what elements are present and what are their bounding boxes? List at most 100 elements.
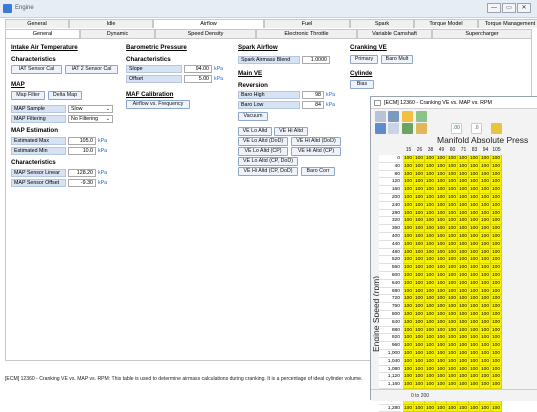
table-cell[interactable]: 100 bbox=[414, 201, 425, 210]
table-cell[interactable]: 100 bbox=[447, 334, 458, 343]
table-cell[interactable]: 100 bbox=[403, 186, 414, 194]
table-cell[interactable]: 100 bbox=[491, 381, 502, 389]
zoom-range[interactable]: 0 to 200 bbox=[411, 393, 429, 399]
table-cell[interactable]: 100 bbox=[480, 201, 491, 210]
table-cell[interactable]: 100 bbox=[425, 178, 436, 187]
table-cell[interactable]: 100 bbox=[447, 186, 458, 194]
table-cell[interactable]: 100 bbox=[480, 318, 491, 327]
table-cell[interactable]: 100 bbox=[425, 272, 436, 280]
table-cell[interactable]: 100 bbox=[480, 264, 491, 272]
table-cell[interactable]: 100 bbox=[414, 373, 425, 382]
table-cell[interactable]: 100 bbox=[491, 256, 502, 265]
table-cell[interactable]: 100 bbox=[469, 248, 480, 257]
ve-lo-altd-dod-button[interactable]: VE Lo Altd (DoD) bbox=[238, 137, 288, 146]
table-cell[interactable]: 100 bbox=[491, 162, 502, 171]
ve-hi-altd-dod-button[interactable]: VE Hi Altd (DoD) bbox=[291, 137, 341, 146]
table-cell[interactable]: 100 bbox=[447, 155, 458, 163]
vacuum-button[interactable]: Vacuum bbox=[238, 112, 268, 121]
table-cell[interactable]: 100 bbox=[425, 326, 436, 335]
table-cell[interactable]: 100 bbox=[425, 381, 436, 389]
table-cell[interactable]: 100 bbox=[480, 303, 491, 311]
save-icon[interactable] bbox=[388, 111, 399, 122]
table-cell[interactable]: 100 bbox=[491, 279, 502, 288]
table-cell[interactable]: 100 bbox=[414, 178, 425, 187]
table-cell[interactable]: 100 bbox=[447, 318, 458, 327]
table-cell[interactable]: 100 bbox=[491, 295, 502, 304]
table-cell[interactable]: 100 bbox=[414, 194, 425, 202]
estimated-min-value[interactable]: 10.0 bbox=[68, 147, 96, 155]
estimated-max-value[interactable]: 105.0 bbox=[68, 137, 96, 145]
table-cell[interactable]: 100 bbox=[480, 357, 491, 366]
table-cell[interactable]: 100 bbox=[469, 194, 480, 202]
baro-low-value[interactable]: 84 bbox=[302, 101, 324, 109]
table-cell[interactable]: 100 bbox=[436, 295, 447, 304]
table-cell[interactable]: 100 bbox=[447, 240, 458, 249]
table-cell[interactable]: 100 bbox=[436, 303, 447, 311]
table-cell[interactable]: 100 bbox=[414, 209, 425, 218]
decimal-decrease-icon[interactable]: .00 bbox=[451, 123, 462, 134]
subtab-general[interactable]: General bbox=[5, 29, 80, 38]
bias-button[interactable]: Bias bbox=[350, 80, 374, 89]
offset-value[interactable]: 5.00 bbox=[184, 75, 212, 83]
table-cell[interactable]: 100 bbox=[403, 194, 414, 202]
primary-button[interactable]: Primary bbox=[350, 55, 378, 64]
table-cell[interactable]: 100 bbox=[403, 295, 414, 304]
table-cell[interactable]: 100 bbox=[458, 373, 469, 382]
table-cell[interactable]: 100 bbox=[480, 170, 491, 179]
table-cell[interactable]: 100 bbox=[414, 295, 425, 304]
table-cell[interactable]: 100 bbox=[414, 381, 425, 389]
table-cell[interactable]: 100 bbox=[480, 326, 491, 335]
minimize-button[interactable]: — bbox=[487, 3, 501, 13]
table-cell[interactable]: 100 bbox=[436, 170, 447, 179]
table-cell[interactable]: 100 bbox=[436, 365, 447, 374]
table-cell[interactable]: 100 bbox=[469, 201, 480, 210]
copy-icon[interactable] bbox=[416, 111, 427, 122]
table-cell[interactable]: 100 bbox=[469, 365, 480, 374]
tab-idle[interactable]: Idle bbox=[69, 19, 153, 28]
table-cell[interactable]: 100 bbox=[447, 381, 458, 389]
table-cell[interactable]: 100 bbox=[469, 155, 480, 163]
table-cell[interactable]: 100 bbox=[458, 240, 469, 249]
table-cell[interactable]: 100 bbox=[403, 256, 414, 265]
table-cell[interactable]: 100 bbox=[403, 287, 414, 296]
open-icon[interactable] bbox=[375, 111, 386, 122]
table-cell[interactable]: 100 bbox=[425, 373, 436, 382]
table-cell[interactable]: 100 bbox=[491, 186, 502, 194]
table-cell[interactable]: 100 bbox=[480, 256, 491, 265]
map-sensor-linear-value[interactable]: 128.20 bbox=[68, 169, 96, 177]
table-cell[interactable]: 100 bbox=[491, 225, 502, 233]
table-cell[interactable]: 100 bbox=[491, 318, 502, 327]
table-cell[interactable]: 100 bbox=[403, 373, 414, 382]
table-cell[interactable]: 100 bbox=[458, 357, 469, 366]
split-view-icon[interactable] bbox=[388, 123, 399, 134]
table-cell[interactable]: 100 bbox=[447, 225, 458, 233]
table-cell[interactable]: 100 bbox=[469, 162, 480, 171]
table-cell[interactable]: 100 bbox=[425, 225, 436, 233]
table-cell[interactable]: 100 bbox=[403, 334, 414, 343]
table-cell[interactable]: 100 bbox=[436, 248, 447, 257]
table-cell[interactable]: 100 bbox=[403, 326, 414, 335]
map-filtering-select[interactable]: No Filtering ⌄ bbox=[68, 115, 113, 123]
table-cell[interactable]: 100 bbox=[436, 404, 447, 412]
table-cell[interactable]: 100 bbox=[414, 318, 425, 327]
table-cell[interactable]: 100 bbox=[491, 248, 502, 257]
table-cell[interactable]: 100 bbox=[458, 233, 469, 241]
table-cell[interactable]: 100 bbox=[491, 365, 502, 374]
table-cell[interactable]: 100 bbox=[403, 404, 414, 412]
table-cell[interactable]: 100 bbox=[403, 170, 414, 179]
table-cell[interactable]: 100 bbox=[469, 225, 480, 233]
ve-lo-altd-cp-dod-button[interactable]: VE Lo Altd (CP, DoD) bbox=[238, 157, 298, 166]
table-cell[interactable]: 100 bbox=[403, 279, 414, 288]
table-cell[interactable]: 100 bbox=[469, 186, 480, 194]
table-cell[interactable]: 100 bbox=[436, 240, 447, 249]
table-cell[interactable]: 100 bbox=[403, 357, 414, 366]
table-cell[interactable]: 100 bbox=[469, 279, 480, 288]
ve-hi-altd-button[interactable]: VE Hi Altd bbox=[274, 127, 308, 136]
table-cell[interactable]: 100 bbox=[469, 240, 480, 249]
table-cell[interactable]: 100 bbox=[425, 357, 436, 366]
table-cell[interactable]: 100 bbox=[403, 365, 414, 374]
table-cell[interactable]: 100 bbox=[414, 342, 425, 350]
table-cell[interactable]: 100 bbox=[491, 178, 502, 187]
table-cell[interactable]: 100 bbox=[458, 170, 469, 179]
tab-torque-management[interactable]: Torque Management bbox=[478, 19, 537, 28]
